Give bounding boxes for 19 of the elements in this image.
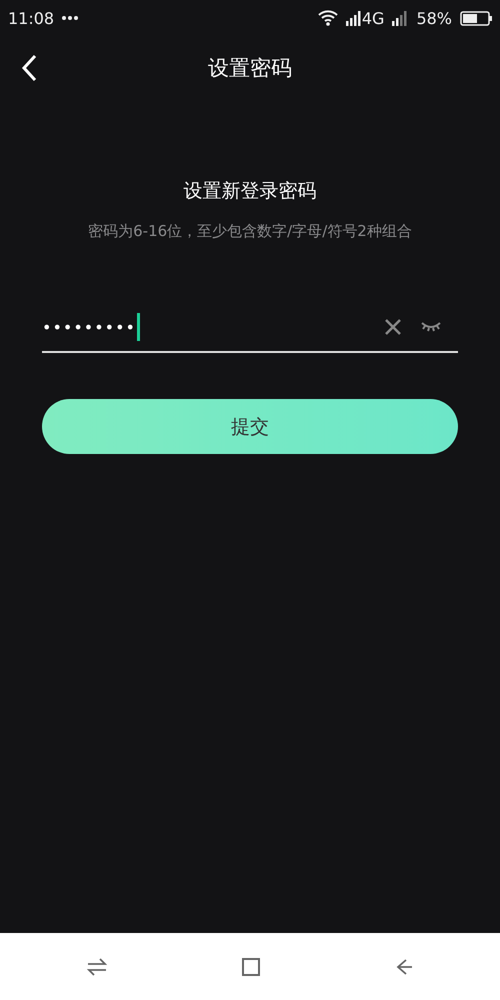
signal-icon bbox=[346, 10, 362, 26]
password-hint: 密码为6-16位，至少包含数字/字母/符号2种组合 bbox=[88, 222, 412, 241]
page-title: 设置密码 bbox=[208, 55, 292, 82]
submit-button[interactable]: 提交 bbox=[42, 399, 458, 454]
clear-icon[interactable] bbox=[384, 318, 402, 336]
network-label: 4G bbox=[362, 8, 384, 28]
battery-icon bbox=[460, 10, 492, 26]
password-value: ••••••••• bbox=[42, 318, 136, 336]
eye-icon[interactable] bbox=[420, 320, 442, 334]
home-icon[interactable] bbox=[240, 956, 261, 976]
battery-percent: 58% bbox=[416, 8, 452, 28]
more-icon bbox=[62, 16, 78, 20]
back-icon[interactable] bbox=[20, 54, 38, 82]
signal-icon bbox=[392, 10, 408, 26]
heading: 设置新登录密码 bbox=[184, 179, 316, 204]
clock: 11:08 bbox=[8, 8, 54, 28]
switch-icon[interactable] bbox=[86, 956, 108, 976]
wifi-icon bbox=[318, 10, 338, 26]
password-field[interactable]: ••••••••• bbox=[42, 303, 458, 353]
